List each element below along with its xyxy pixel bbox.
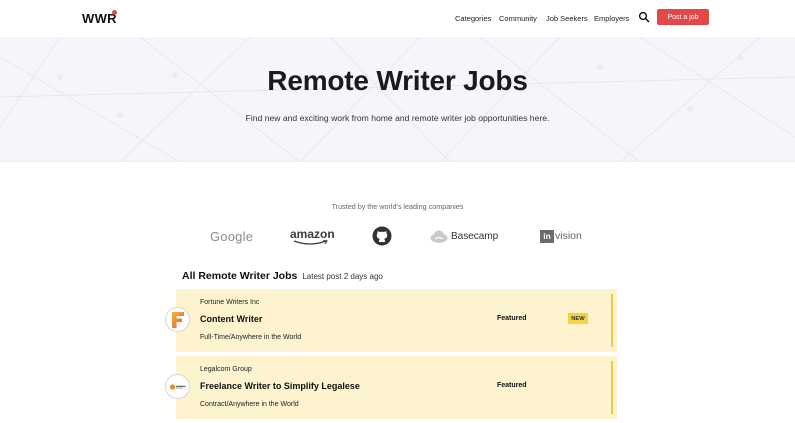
github-icon: [372, 226, 392, 246]
job-title[interactable]: Content Writer: [200, 314, 262, 324]
hero-banner: Remote Writer Jobs Find new and exciting…: [0, 37, 795, 162]
new-badge: NEW: [568, 313, 588, 324]
job-company: Legalcom Group: [200, 366, 252, 373]
nav-community[interactable]: Community: [499, 14, 537, 23]
latest-post-label: Latest post 2 days ago: [302, 272, 383, 281]
job-meta: Contract/Anywhere in the World: [200, 401, 299, 408]
basecamp-logo: Basecamp: [430, 228, 498, 244]
page-subtitle: Find new and exciting work from home and…: [245, 113, 550, 123]
invision-logo: in vision: [540, 228, 582, 244]
legalcom-logo-icon: [169, 383, 185, 390]
amazon-smile-icon: [293, 240, 328, 245]
featured-label: Featured: [497, 382, 527, 389]
jobs-section-title: All Remote Writer Jobs: [182, 270, 298, 282]
logo-dot-icon: [112, 10, 117, 15]
fortune-writers-logo-icon: [171, 311, 184, 328]
company-logo[interactable]: [165, 374, 190, 399]
featured-label: Featured: [497, 315, 527, 322]
invision-box-icon: in: [540, 229, 554, 243]
nav-employers[interactable]: Employers: [594, 14, 629, 23]
featured-bar: [611, 294, 613, 347]
hero-pattern-icon: [0, 37, 795, 161]
trusted-label: Trusted by the world's leading companies: [331, 202, 464, 211]
nav-categories[interactable]: Categories: [455, 14, 491, 23]
search-icon[interactable]: [638, 11, 650, 23]
nav-job-seekers[interactable]: Job Seekers: [546, 14, 588, 23]
job-company: Fortune Writers Inc: [200, 299, 260, 306]
job-meta: Full-Time/Anywhere in the World: [200, 334, 302, 341]
invision-label: vision: [555, 230, 582, 242]
basecamp-cloud-icon: [430, 230, 448, 243]
job-title[interactable]: Freelance Writer to Simplify Legalese: [200, 381, 360, 391]
featured-bar: [611, 361, 613, 414]
post-a-job-button[interactable]: Post a job: [657, 9, 709, 25]
page-title: Remote Writer Jobs: [267, 65, 528, 96]
jobs-section-header: All Remote Writer Jobs Latest post 2 days…: [182, 270, 383, 282]
company-logo[interactable]: [165, 307, 190, 332]
basecamp-label: Basecamp: [451, 230, 499, 242]
job-listing[interactable]: Legalcom Group Freelance Writer to Simpl…: [165, 356, 617, 419]
google-logo: Google: [210, 228, 254, 244]
site-header: WWR Categories Community Job Seekers Emp…: [0, 0, 795, 37]
job-listing[interactable]: Fortune Writers Inc Content Writer Full-…: [165, 289, 617, 352]
